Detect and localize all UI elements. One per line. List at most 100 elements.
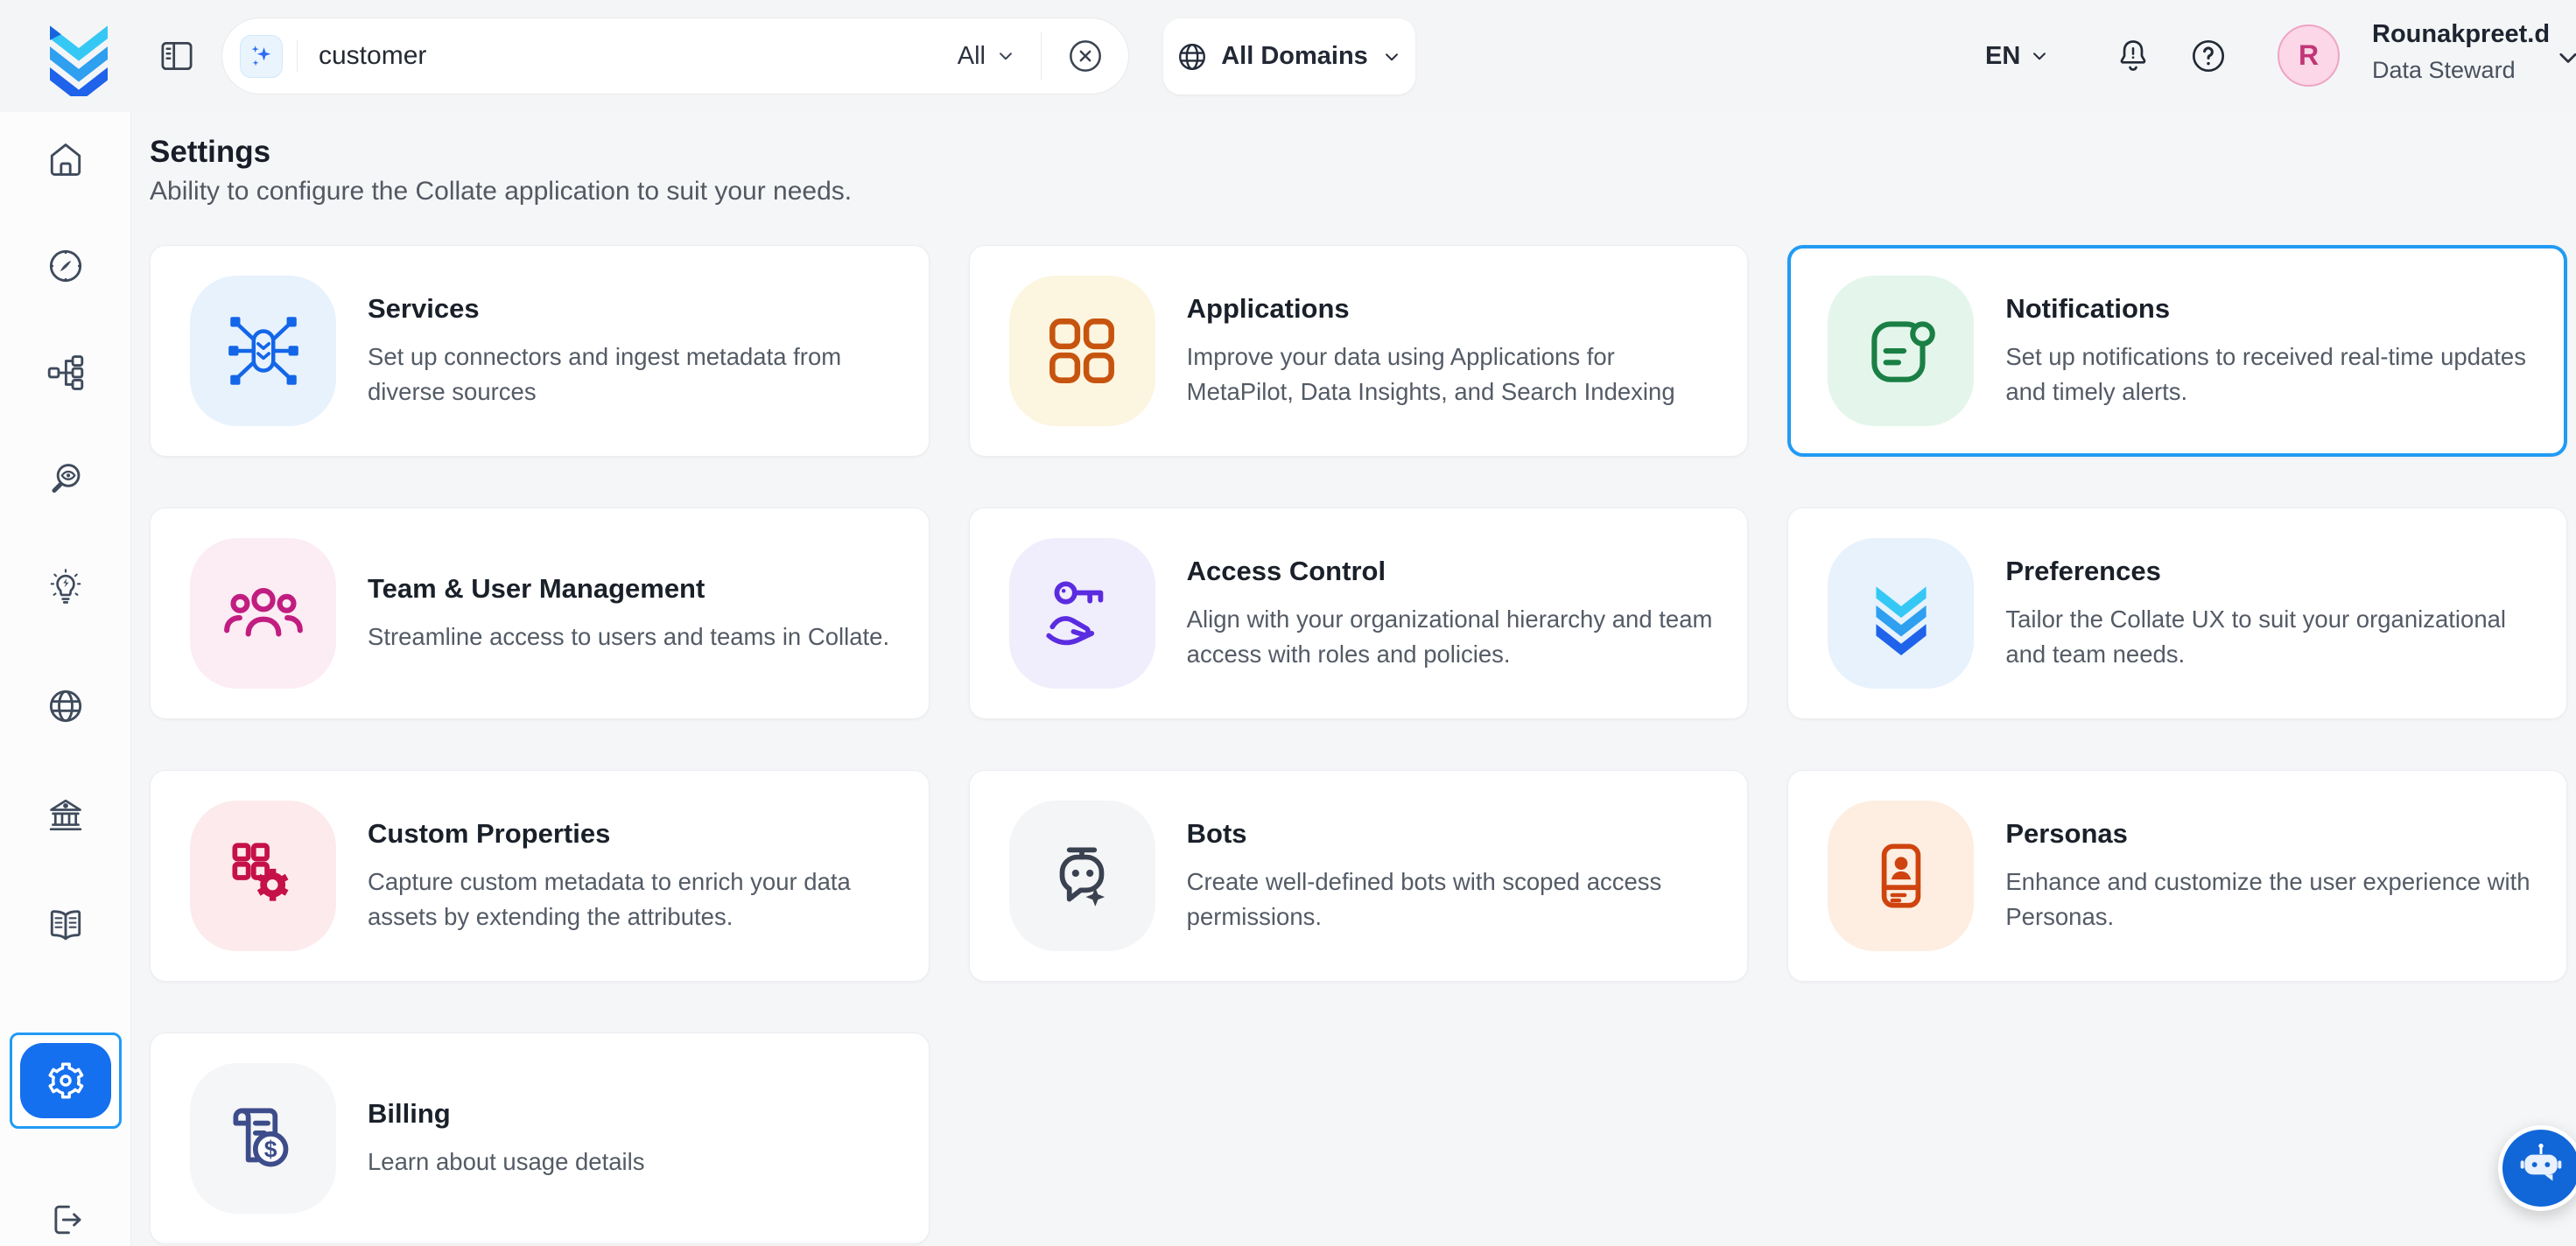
- settings-card-custom-properties[interactable]: Custom Properties Capture custom metadat…: [150, 770, 930, 982]
- card-title: Services: [368, 293, 899, 325]
- card-texts: Billing Learn about usage details: [368, 1098, 645, 1180]
- personas-icon: [1858, 833, 1944, 919]
- insights-icon: [46, 566, 86, 606]
- language-label: EN: [1985, 42, 2020, 71]
- search-scope-label: All: [958, 42, 986, 71]
- card-description: Learn about usage details: [368, 1144, 645, 1180]
- collate-logo-icon: [40, 19, 117, 96]
- card-icon-tile: [1828, 276, 1974, 426]
- billing-icon: $: [221, 1096, 306, 1181]
- card-texts: Services Set up connectors and ingest me…: [368, 293, 899, 410]
- domains-filter-label: All Domains: [1221, 42, 1368, 71]
- user-role: Data Steward: [2372, 57, 2550, 84]
- card-icon-tile: [1828, 538, 1974, 689]
- language-selector[interactable]: EN: [1985, 0, 2051, 112]
- bots-icon: [1039, 833, 1125, 919]
- domains-filter-button[interactable]: All Domains: [1163, 18, 1415, 94]
- avatar[interactable]: R: [2278, 24, 2340, 87]
- sidebar-item-govern[interactable]: [45, 794, 87, 836]
- page-subtitle: Ability to configure the Collate applica…: [150, 177, 2567, 206]
- gear-icon: [45, 1060, 87, 1102]
- settings-card-bots[interactable]: Bots Create well-defined bots with scope…: [969, 770, 1749, 982]
- services-icon: [221, 308, 306, 394]
- user-name: Rounakpreet.d: [2372, 20, 2550, 49]
- sidebar-item-glossary[interactable]: [45, 904, 87, 946]
- collate-logo[interactable]: [40, 19, 117, 93]
- card-description: Improve your data using Applications for…: [1187, 340, 1718, 410]
- user-info[interactable]: Rounakpreet.d Data Steward: [2372, 20, 2550, 84]
- card-texts: Preferences Tailor the Collate UX to sui…: [2005, 556, 2537, 672]
- ai-sparkle-icon[interactable]: [240, 35, 283, 78]
- card-title: Access Control: [1187, 556, 1718, 587]
- global-search-bar[interactable]: All: [221, 18, 1129, 94]
- settings-card-personas[interactable]: Personas Enhance and customize the user …: [1787, 770, 2567, 982]
- card-description: Align with your organizational hierarchy…: [1187, 602, 1718, 672]
- card-icon-tile: [1009, 801, 1155, 951]
- access-icon: [1039, 570, 1125, 656]
- govern-icon: [46, 795, 86, 836]
- sidebar-item-settings-active[interactable]: [20, 1043, 111, 1118]
- search-scope-dropdown[interactable]: All: [958, 42, 1017, 71]
- notifications-icon: [1858, 308, 1944, 394]
- notifications-bell-button[interactable]: [2113, 36, 2153, 76]
- chevron-down-icon: [2028, 45, 2051, 67]
- card-title: Billing: [368, 1098, 645, 1130]
- settings-card-billing[interactable]: $ Billing Learn about usage details: [150, 1032, 930, 1244]
- card-title: Personas: [2005, 818, 2537, 850]
- applications-icon: [1039, 308, 1125, 394]
- chevron-down-icon: [994, 45, 1017, 67]
- logout-icon: [46, 1200, 86, 1240]
- settings-card-notifications[interactable]: Notifications Set up notifications to re…: [1787, 245, 2567, 457]
- card-description: Capture custom metadata to enrich your d…: [368, 864, 899, 934]
- preferences-icon: [1858, 570, 1944, 656]
- divider: [1041, 32, 1042, 80]
- divider: [297, 40, 298, 72]
- card-title: Custom Properties: [368, 818, 899, 850]
- search-input[interactable]: [317, 40, 958, 72]
- card-texts: Personas Enhance and customize the user …: [2005, 818, 2537, 934]
- sidebar-item-observability[interactable]: [45, 458, 87, 500]
- question-mark-icon: [2188, 36, 2229, 76]
- page-title: Settings: [150, 135, 2567, 170]
- glossary-icon: [46, 905, 86, 945]
- settings-card-services[interactable]: Services Set up connectors and ingest me…: [150, 245, 930, 457]
- sidebar-item-lineage[interactable]: [45, 352, 87, 394]
- sidebar-item-logout[interactable]: [45, 1199, 87, 1241]
- card-icon-tile: [190, 538, 336, 689]
- svg-text:$: $: [263, 1136, 277, 1162]
- card-icon-tile: $: [190, 1063, 336, 1214]
- settings-card-grid: Services Set up connectors and ingest me…: [150, 245, 2567, 1244]
- chevron-down-icon: [1380, 46, 1403, 68]
- card-texts: Team & User Management Streamline access…: [368, 573, 889, 654]
- sidebar-item-insights[interactable]: [45, 565, 87, 607]
- help-button[interactable]: [2188, 36, 2229, 76]
- topbar: All All Domains EN R Rounakpreet.d Data …: [0, 0, 2576, 112]
- card-icon-tile: [1009, 276, 1155, 426]
- sidebar: [0, 112, 131, 1246]
- settings-card-team-user-management[interactable]: Team & User Management Streamline access…: [150, 508, 930, 719]
- settings-card-applications[interactable]: Applications Improve your data using App…: [969, 245, 1749, 457]
- card-description: Create well-defined bots with scoped acc…: [1187, 864, 1718, 934]
- card-description: Set up notifications to received real-ti…: [2005, 340, 2537, 410]
- bell-icon: [2113, 36, 2153, 76]
- panel-icon: [158, 37, 196, 75]
- card-description: Enhance and customize the user experienc…: [2005, 864, 2537, 934]
- close-circle-icon: [1065, 36, 1106, 76]
- globe-icon: [1176, 40, 1209, 74]
- chat-bot-button[interactable]: [2498, 1125, 2576, 1211]
- sidebar-item-explore[interactable]: [45, 245, 87, 287]
- settings-card-access-control[interactable]: Access Control Align with your organizat…: [969, 508, 1749, 719]
- card-title: Notifications: [2005, 293, 2537, 325]
- avatar-initial: R: [2299, 39, 2319, 72]
- sidebar-item-home[interactable]: [45, 138, 87, 180]
- settings-card-preferences[interactable]: Preferences Tailor the Collate UX to sui…: [1787, 508, 2567, 719]
- sidebar-toggle-button[interactable]: [158, 37, 196, 75]
- card-texts: Applications Improve your data using App…: [1187, 293, 1718, 410]
- card-texts: Custom Properties Capture custom metadat…: [368, 818, 899, 934]
- app-body: Settings Ability to configure the Collat…: [0, 112, 2576, 1246]
- sidebar-item-settings[interactable]: [10, 1032, 122, 1129]
- sidebar-item-domains[interactable]: [45, 685, 87, 727]
- clear-search-button[interactable]: [1065, 36, 1106, 76]
- card-title: Preferences: [2005, 556, 2537, 587]
- chevron-down-icon[interactable]: [2552, 42, 2576, 74]
